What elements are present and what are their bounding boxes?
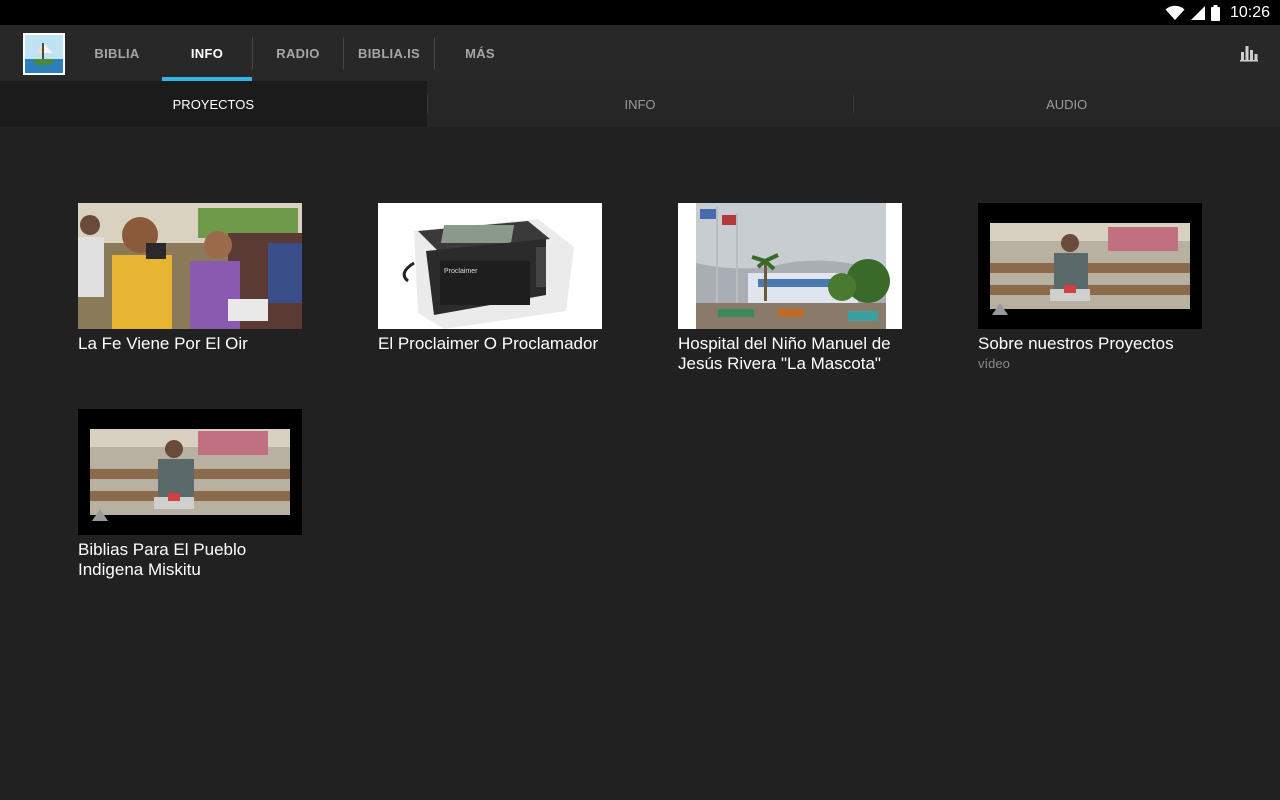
tab-biblia[interactable]: BIBLIA xyxy=(72,25,162,81)
main-tabs: BIBLIA INFO RADIO BIBLIA.IS MÁS xyxy=(72,25,525,81)
video-thumbnail xyxy=(978,203,1202,329)
subtab-audio[interactable]: AUDIO xyxy=(853,81,1280,127)
wifi-icon xyxy=(1165,5,1185,20)
status-time: 10:26 xyxy=(1229,3,1270,21)
project-card[interactable]: La Fe Viene Por El Oir xyxy=(78,203,302,354)
video-thumbnail xyxy=(78,409,302,535)
hospital-photo xyxy=(678,203,902,329)
tab-biblia-is[interactable]: BIBLIA.IS xyxy=(344,25,434,81)
project-card[interactable]: Proclaimer El Proclaimer O Proclamador xyxy=(378,203,602,354)
proclaimer-device-photo: Proclaimer xyxy=(378,203,602,329)
action-bar: BIBLIA INFO RADIO BIBLIA.IS MÁS xyxy=(0,25,1280,81)
tab-radio[interactable]: RADIO xyxy=(253,25,343,81)
tab-mas[interactable]: MÁS xyxy=(435,25,525,81)
battery-icon xyxy=(1210,4,1220,21)
sub-tabs: PROYECTOS INFO AUDIO xyxy=(0,81,1280,127)
card-title: Sobre nuestros Proyectos xyxy=(978,334,1174,353)
classroom-photo xyxy=(78,203,302,329)
card-title: Hospital del Niño Manuel de Jesús Rivera… xyxy=(678,334,891,373)
subtab-info[interactable]: INFO xyxy=(426,81,854,127)
project-card[interactable]: Biblias Para El Pueblo Indigena Miskitu xyxy=(78,409,302,580)
card-title: El Proclaimer O Proclamador xyxy=(378,334,599,353)
card-title: Biblias Para El Pueblo Indigena Miskitu xyxy=(78,540,247,579)
card-subtitle: vídeo xyxy=(978,356,1010,371)
tab-info[interactable]: INFO xyxy=(162,25,252,81)
bar-chart-icon[interactable] xyxy=(1240,44,1258,62)
card-title: La Fe Viene Por El Oir xyxy=(78,334,248,353)
device-label: Proclaimer xyxy=(444,268,478,275)
signal-icon xyxy=(1190,5,1205,20)
project-card[interactable]: Hospital del Niño Manuel de Jesús Rivera… xyxy=(678,203,902,374)
app-logo-icon[interactable] xyxy=(23,33,65,75)
subtab-proyectos[interactable]: PROYECTOS xyxy=(0,81,427,127)
status-bar: 10:26 xyxy=(0,0,1280,25)
project-card[interactable]: Sobre nuestros Proyectos vídeo xyxy=(978,203,1202,371)
